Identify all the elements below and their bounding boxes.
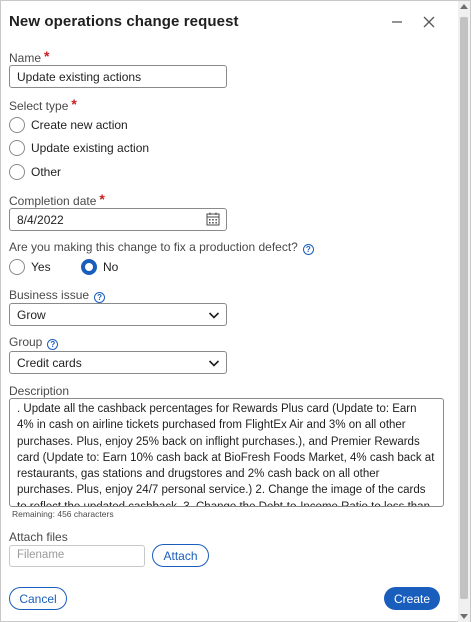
business-issue-label: Business issue? [9, 288, 106, 303]
required-mark: * [99, 191, 105, 207]
scroll-thumb[interactable] [460, 17, 468, 599]
radio-button[interactable] [9, 117, 25, 133]
completion-date-field[interactable]: 8/4/2022 [9, 208, 227, 231]
name-label: Name * [9, 48, 50, 65]
help-icon[interactable]: ? [47, 339, 59, 350]
select-type-label: Select type * [9, 96, 77, 113]
group-select[interactable]: Credit cards [9, 351, 227, 374]
attach-files-label: Attach files [9, 530, 68, 544]
create-button[interactable]: Create [384, 587, 440, 610]
radio-button[interactable] [9, 259, 25, 275]
description-label: Description [9, 384, 70, 398]
radio-other[interactable]: Other [9, 164, 61, 180]
defect-question-text: Are you making this change to fix a prod… [9, 240, 298, 254]
radio-label: No [103, 260, 119, 274]
help-icon[interactable]: ? [94, 292, 106, 303]
close-icon[interactable] [420, 13, 438, 31]
help-icon[interactable]: ? [302, 244, 314, 255]
radio-label: Other [31, 165, 62, 179]
group-label: Group? [9, 335, 59, 350]
group-label-text: Group [9, 335, 43, 349]
radio-create-new-action[interactable]: Create new action [9, 117, 128, 133]
defect-question-label: Are you making this change to fix a prod… [9, 240, 314, 255]
minimize-icon[interactable] [388, 13, 406, 31]
radio-button[interactable] [9, 164, 25, 180]
completion-date-label-text: Completion date [9, 194, 97, 208]
radio-label: Yes [31, 260, 51, 274]
radio-button-selected[interactable] [81, 259, 97, 275]
completion-date-value: 8/4/2022 [17, 213, 64, 227]
radio-yes[interactable]: Yes [9, 259, 51, 275]
chevron-down-icon [208, 357, 220, 372]
chevron-down-icon [208, 309, 220, 324]
attach-button[interactable]: Attach [152, 544, 209, 567]
select-type-label-text: Select type [9, 99, 69, 113]
scroll-down-arrow-icon[interactable] [460, 614, 468, 619]
description-textarea[interactable]: . Update all the cashback percentages fo… [9, 398, 444, 507]
vertical-scrollbar[interactable] [458, 1, 470, 622]
scroll-up-arrow-icon[interactable] [460, 4, 468, 9]
radio-no[interactable]: No [81, 259, 118, 275]
name-label-text: Name [9, 51, 42, 65]
name-field[interactable]: Update existing actions [9, 65, 227, 88]
required-mark: * [44, 48, 50, 64]
radio-button[interactable] [9, 140, 25, 156]
filename-field[interactable]: Filename [9, 545, 145, 567]
group-value: Credit cards [17, 356, 82, 370]
radio-update-existing-action[interactable]: Update existing action [9, 140, 149, 156]
completion-date-label: Completion date * [9, 191, 105, 208]
dialog-title: New operations change request [9, 13, 239, 30]
radio-label: Update existing action [31, 141, 150, 155]
radio-label: Create new action [31, 118, 128, 132]
change-request-dialog: New operations change request Name * Upda… [0, 0, 471, 622]
dialog-header: New operations change request [9, 13, 448, 33]
remaining-characters: Remaining: 456 characters [12, 509, 114, 519]
required-mark: * [71, 96, 77, 112]
cancel-button[interactable]: Cancel [9, 587, 67, 610]
calendar-icon[interactable] [206, 212, 220, 229]
business-issue-select[interactable]: Grow [9, 303, 227, 326]
business-issue-label-text: Business issue [9, 288, 90, 302]
business-issue-value: Grow [17, 308, 46, 322]
